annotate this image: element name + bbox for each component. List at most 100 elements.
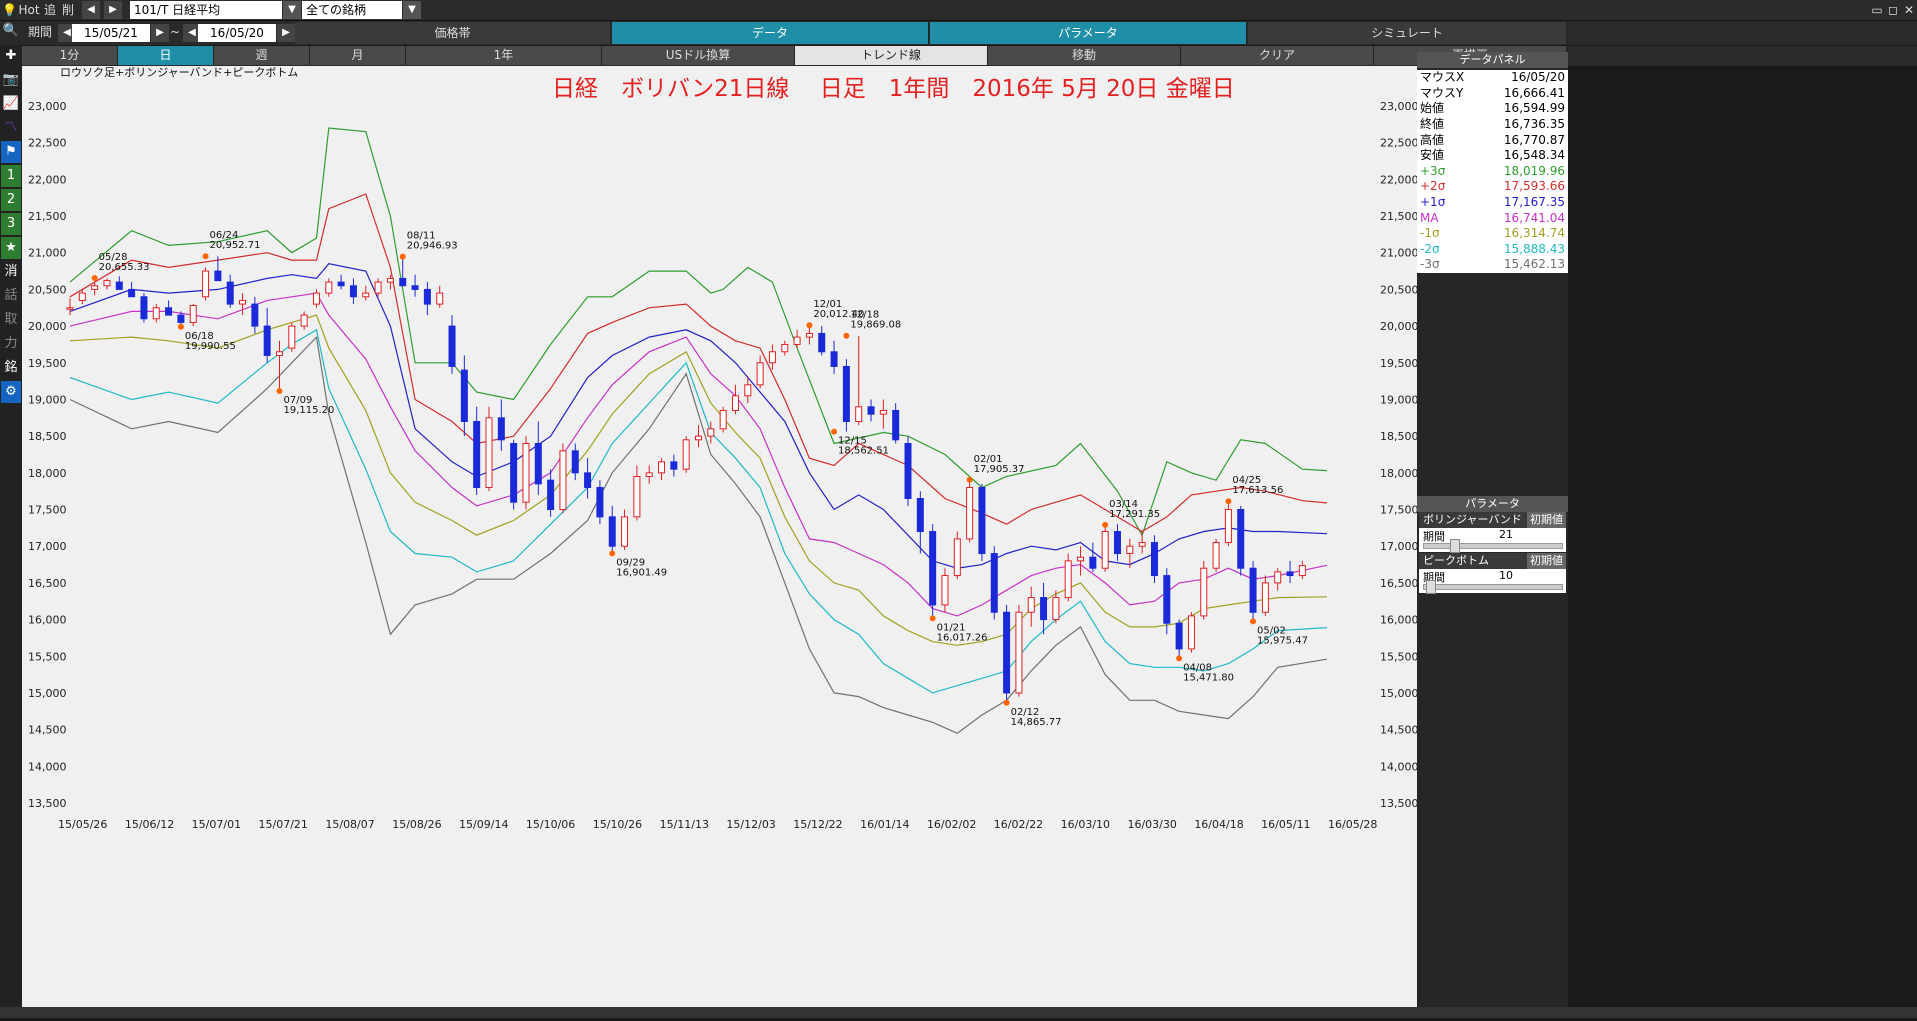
peakbottom-slider[interactable] [1423, 584, 1563, 590]
data-row: 高値 16,770.87 [1417, 132, 1568, 148]
candle-body [670, 461, 678, 470]
candle-body [202, 270, 210, 298]
from-next-icon[interactable]: ▶ [151, 24, 169, 42]
next-icon[interactable]: ▶ [104, 1, 122, 19]
y-tick-label-right: 14,500 [1380, 724, 1417, 737]
x-tick-label: 16/03/30 [1127, 818, 1176, 831]
clear-button[interactable]: クリア [1181, 46, 1374, 65]
prev-icon[interactable]: ◀ [82, 1, 100, 19]
tab-month[interactable]: 月 [310, 46, 406, 65]
y-tick-label-right: 13,500 [1380, 797, 1417, 810]
symbol-dropdown-icon[interactable]: ▼ [283, 1, 301, 19]
candle-body [608, 516, 616, 547]
candlestick-chart[interactable]: 23,000 23,000 22,500 22,500 22,000 22,000 21,5… [22, 66, 1419, 1018]
y-tick-label-right: 17,500 [1380, 504, 1417, 517]
candle-body [497, 417, 505, 441]
power-button[interactable]: 力 [1, 333, 21, 355]
preset-1-button[interactable]: 1 [1, 165, 21, 187]
hot-button[interactable]: Hot [18, 0, 40, 20]
tab-1min[interactable]: 1分 [22, 46, 118, 65]
y-tick-label-right: 16,500 [1380, 577, 1417, 590]
chart-multi-icon[interactable]: 〽 [1, 117, 21, 139]
minimize-icon[interactable]: ▭ [1870, 0, 1884, 20]
peak-value-label: 16,901.49 [616, 567, 667, 578]
candle-body [78, 292, 86, 301]
maximize-icon[interactable]: ◻ [1886, 0, 1900, 20]
universe-dropdown-icon[interactable]: ▼ [403, 1, 421, 19]
candle-body [756, 362, 764, 386]
take-button[interactable]: 取 [1, 309, 21, 331]
candle-body [1015, 611, 1023, 694]
from-date-field[interactable]: 15/05/21 [72, 24, 150, 42]
bollinger-slider-knob[interactable] [1450, 539, 1461, 553]
bottom-scrollbar[interactable] [0, 1007, 1917, 1018]
tab-price-band[interactable]: 価格帯 [295, 22, 611, 44]
data-row-label: MA [1420, 210, 1439, 225]
crosshair-icon[interactable]: ✚ [1, 45, 21, 67]
star-icon[interactable]: ★ [1, 237, 21, 259]
peak-marker [1225, 498, 1232, 505]
peak-marker [966, 476, 973, 483]
data-row: マウスY 16,666.41 [1417, 86, 1568, 102]
x-tick-label: 15/08/07 [325, 818, 374, 831]
candle-body [1175, 622, 1183, 650]
candle-body [152, 307, 160, 320]
delete-button[interactable]: 削 [60, 0, 76, 20]
peak-value-label: 18,562.51 [838, 446, 889, 457]
candle-body [1298, 565, 1306, 577]
candle-body [485, 417, 493, 489]
preset-3-button[interactable]: 3 [1, 213, 21, 235]
candle-body [1052, 597, 1060, 621]
x-tick-label: 15/10/06 [526, 818, 575, 831]
to-next-icon[interactable]: ▶ [277, 24, 295, 42]
candle-body [1274, 571, 1282, 584]
peak-marker [806, 322, 813, 329]
tilde-label: ~ [169, 25, 181, 39]
peak-marker [1003, 699, 1010, 706]
chart-line-icon[interactable]: 📈 [1, 93, 21, 115]
flag-icon[interactable]: ⚑ [1, 141, 21, 163]
preset-2-button[interactable]: 2 [1, 189, 21, 211]
tab-simulate[interactable]: シミュレート [1248, 22, 1567, 44]
top-toolbar: 💡 Hot 追 削 ◀ ▶ 101/T 日経平均 ▼ 全ての銘柄 ▼ ▭ ◻ ✕ [0, 0, 1917, 21]
candle-body [1064, 560, 1072, 599]
peak-marker [1102, 521, 1109, 528]
chart-area[interactable]: 23,000 23,000 22,500 22,500 22,000 22,000 21,5… [22, 66, 1419, 1018]
tab-data[interactable]: データ [612, 22, 929, 44]
tab-1year[interactable]: 1年 [406, 46, 602, 65]
usd-button[interactable]: USドル換算 [602, 46, 795, 65]
to-date-field[interactable]: 16/05/20 [198, 24, 276, 42]
data-row-value: 15,462.13 [1503, 257, 1565, 272]
y-tick-label-right: 19,500 [1380, 357, 1417, 370]
search-icon[interactable]: 🔍 [1, 20, 21, 42]
tab-week[interactable]: 週 [214, 46, 310, 65]
candle-body [510, 442, 518, 503]
peakbottom-init-button[interactable]: 初期値 [1527, 553, 1566, 569]
close-icon[interactable]: ✕ [1902, 0, 1916, 20]
data-row: 終値 16,736.35 [1417, 117, 1568, 133]
erase-button[interactable]: 消 [1, 261, 21, 283]
bollinger-slider[interactable] [1423, 543, 1563, 549]
peak-marker [1176, 655, 1183, 662]
camera-icon[interactable]: 📷 [1, 69, 21, 91]
move-button[interactable]: 移動 [988, 46, 1181, 65]
peakbottom-slider-knob[interactable] [1425, 580, 1436, 594]
add-button[interactable]: 追 [42, 0, 58, 20]
data-row: マウスX 16/05/20 [1417, 70, 1568, 86]
bulb-icon[interactable]: 💡 [2, 0, 17, 20]
trendline-button[interactable]: トレンド線 [795, 46, 988, 65]
tab-day[interactable]: 日 [118, 46, 214, 65]
y-tick-label: 22,500 [28, 137, 67, 150]
bollinger-init-button[interactable]: 初期値 [1527, 512, 1566, 528]
x-tick-label: 15/07/21 [259, 818, 308, 831]
symbol-field[interactable]: 101/T 日経平均 [130, 1, 282, 19]
x-tick-label: 15/08/26 [392, 818, 441, 831]
candle-body [768, 351, 776, 364]
candle-body [1027, 597, 1035, 613]
tab-parameter[interactable]: パラメータ [930, 22, 1247, 44]
universe-field[interactable]: 全ての銘柄 [302, 1, 402, 19]
talk-button[interactable]: 話 [1, 285, 21, 307]
y-tick-label-right: 18,000 [1380, 467, 1417, 480]
brand-button[interactable]: 銘 [1, 357, 21, 379]
gear-icon[interactable]: ⚙ [1, 381, 21, 403]
